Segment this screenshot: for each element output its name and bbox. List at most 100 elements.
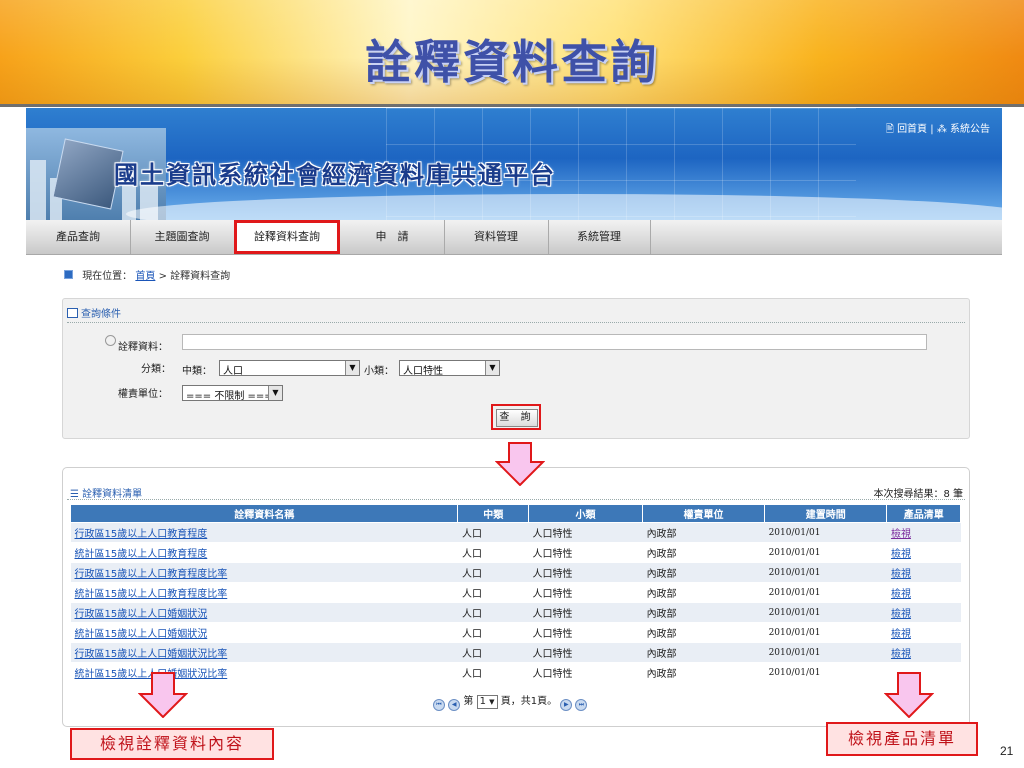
cell-unit: 內政部	[642, 662, 765, 683]
col-header-unit[interactable]: 權責單位	[642, 504, 766, 523]
unit-value: === 不限制 ===	[186, 391, 273, 402]
cell-date: 2010/01/01	[764, 602, 887, 623]
table-row: 行政區15歲以上人口教育程度比率 人口 人口特性 內政部 2010/01/01 …	[70, 562, 961, 583]
cell-unit: 內政部	[642, 542, 765, 563]
cell-major: 人口	[457, 622, 529, 643]
cell-date: 2010/01/01	[764, 522, 887, 543]
pager-prefix: 第	[463, 696, 474, 707]
view-products-link[interactable]: 檢視	[891, 589, 911, 600]
table-row: 行政區15歲以上人口婚姻狀況比率 人口 人口特性 內政部 2010/01/01 …	[70, 642, 961, 663]
cell-unit: 內政部	[642, 642, 765, 663]
down-arrow-icon	[884, 672, 934, 718]
breadcrumb-home-link[interactable]: 首頁	[135, 271, 155, 282]
col-header-major[interactable]: 中類	[457, 504, 529, 523]
cube-logo-icon	[52, 138, 124, 210]
announcement-link[interactable]: 系統公告	[950, 124, 990, 135]
view-products-link[interactable]: 檢視	[891, 569, 911, 580]
last-page-icon[interactable]: ⏭	[575, 699, 588, 711]
view-metadata-callout: 檢視詮釋資料內容	[70, 728, 274, 760]
slide-page-number: 21	[1000, 744, 1014, 758]
cell-major: 人口	[457, 522, 529, 543]
bullet-icon	[64, 270, 73, 279]
minor-category-value: 人口特性	[403, 366, 443, 377]
metadata-name-link[interactable]: 統計區15歲以上人口婚姻狀況	[75, 629, 208, 640]
col-header-products[interactable]: 產品清單	[886, 504, 961, 523]
query-icon	[67, 308, 78, 318]
cell-unit: 內政部	[642, 562, 765, 583]
chevron-down-icon: ▼	[345, 361, 359, 375]
result-count: 本次搜尋結果：8 筆	[873, 489, 963, 500]
top-links: 🖹 回首頁 | ⁂ 系統公告	[886, 120, 990, 139]
cell-unit: 內政部	[642, 582, 765, 603]
metadata-name-link[interactable]: 行政區15歲以上人口婚姻狀況	[75, 609, 208, 620]
metadata-name-link[interactable]: 統計區15歲以上人口教育程度	[75, 549, 208, 560]
table-row: 行政區15歲以上人口婚姻狀況 人口 人口特性 內政部 2010/01/01 檢視	[70, 602, 961, 623]
view-products-link[interactable]: 檢視	[891, 629, 911, 640]
down-arrow-icon	[495, 442, 545, 486]
next-page-icon[interactable]: ▶	[560, 699, 573, 711]
query-button[interactable]: 查 詢	[496, 409, 538, 427]
view-products-link[interactable]: 檢視	[891, 529, 911, 540]
cell-minor: 人口特性	[528, 602, 643, 623]
search-icon	[105, 335, 116, 346]
cell-unit: 內政部	[642, 622, 765, 643]
col-header-date[interactable]: 建置時間	[764, 504, 888, 523]
cell-minor: 人口特性	[528, 622, 643, 643]
unit-select[interactable]: === 不限制 === ▼	[182, 385, 283, 402]
view-products-link[interactable]: 檢視	[891, 549, 911, 560]
nav-data-management[interactable]: 資料管理	[444, 220, 549, 254]
cell-minor: 人口特性	[528, 522, 643, 543]
nav-apply[interactable]: 申 請	[340, 220, 445, 254]
view-products-link[interactable]: 檢視	[891, 649, 911, 660]
metadata-name-link[interactable]: 行政區15歲以上人口教育程度	[75, 529, 208, 540]
major-category-value: 人口	[223, 366, 243, 377]
chevron-down-icon: ▼	[489, 698, 495, 706]
nav-metadata-query[interactable]: 詮釋資料查詢	[234, 220, 340, 254]
breadcrumb: 現在位置： 首頁 > 詮釋資料查詢	[64, 267, 230, 282]
cell-major: 人口	[457, 642, 529, 663]
cell-minor: 人口特性	[528, 542, 643, 563]
chevron-down-icon: ▼	[485, 361, 499, 375]
table-row: 統計區15歲以上人口婚姻狀況比率 人口 人口特性 內政部 2010/01/01	[70, 662, 961, 683]
results-panel: ☰ 詮釋資料清單 本次搜尋結果：8 筆 詮釋資料名稱 中類 小類 權責單位 建置…	[62, 467, 970, 727]
nav-system-management[interactable]: 系統管理	[548, 220, 651, 254]
pagination: ⏮ ◀ 第 1 ▼ 頁，共1頁。 ▶ ⏭	[433, 692, 588, 711]
cell-unit: 內政部	[642, 602, 765, 623]
minor-category-select[interactable]: 人口特性 ▼	[399, 360, 500, 377]
metadata-name-link[interactable]: 行政區15歲以上人口婚姻狀況比率	[75, 649, 228, 660]
cell-major: 人口	[457, 662, 529, 683]
cell-minor: 人口特性	[528, 562, 643, 583]
query-panel: 查詢條件 詮釋資料： 分類： 中類： 人口 ▼ 小類： 人口特性 ▼ 權責單位：…	[62, 298, 970, 439]
category-label: 分類：	[141, 364, 171, 375]
page-select[interactable]: 1 ▼	[476, 695, 498, 709]
table-row: 行政區15歲以上人口教育程度 人口 人口特性 內政部 2010/01/01 檢視	[70, 522, 961, 543]
prev-page-icon[interactable]: ◀	[448, 699, 461, 711]
query-button-highlight: 查 詢	[491, 404, 541, 430]
nav-product-query[interactable]: 產品查詢	[26, 220, 131, 254]
title-divider	[0, 104, 1024, 107]
cell-date: 2010/01/01	[764, 622, 887, 643]
page-select-value: 1	[479, 696, 486, 707]
cell-date: 2010/01/01	[764, 542, 887, 563]
cell-date: 2010/01/01	[764, 582, 887, 603]
metadata-name-link[interactable]: 行政區15歲以上人口教育程度比率	[75, 569, 228, 580]
slide-title: 詮釋資料查詢	[365, 35, 659, 89]
metadata-search-input[interactable]	[182, 334, 927, 350]
table-row: 統計區15歲以上人口教育程度 人口 人口特性 內政部 2010/01/01 檢視	[70, 542, 961, 563]
view-products-link[interactable]: 檢視	[891, 609, 911, 620]
metadata-name-link[interactable]: 統計區15歲以上人口教育程度比率	[75, 589, 228, 600]
cell-major: 人口	[457, 582, 529, 603]
home-link[interactable]: 回首頁	[897, 124, 927, 135]
col-header-minor[interactable]: 小類	[527, 504, 644, 523]
metadata-label: 詮釋資料：	[118, 342, 168, 353]
sitemap-icon: ⁂	[936, 124, 947, 135]
major-category-label: 中類：	[182, 366, 212, 377]
col-header-name[interactable]: 詮釋資料名稱	[69, 504, 459, 523]
nav-theme-map-query[interactable]: 主題圖查詢	[130, 220, 235, 254]
site-name: 國土資訊系統社會經濟資料庫共通平台	[114, 161, 556, 189]
major-category-select[interactable]: 人口 ▼	[219, 360, 360, 377]
cell-unit: 內政部	[642, 522, 765, 543]
web-page-screenshot: 國土資訊系統社會經濟資料庫共通平台 🖹 回首頁 | ⁂ 系統公告 產品查詢 主題…	[26, 108, 1002, 728]
link-separator: |	[930, 124, 934, 135]
first-page-icon[interactable]: ⏮	[433, 699, 445, 711]
